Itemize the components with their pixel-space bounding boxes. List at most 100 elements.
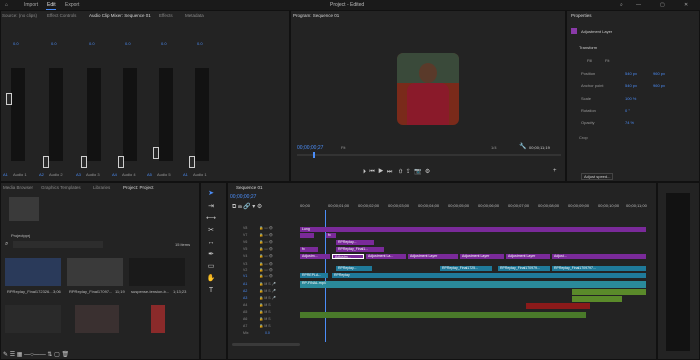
track-header-a1[interactable]: A1 🔒 M S 🎤 <box>229 282 298 289</box>
clip-thumbnail[interactable] <box>5 258 61 286</box>
rotation-value[interactable]: 0 ° <box>625 108 630 113</box>
rectangle-icon[interactable]: ▭ <box>206 262 216 272</box>
track-header-a6[interactable]: A6 🔒 M S <box>229 317 298 324</box>
clip-lung[interactable]: Lung <box>300 227 646 232</box>
anchor-y[interactable]: 960 px <box>653 83 665 88</box>
export-frame-icon[interactable]: 📷 <box>414 169 421 175</box>
crop-section[interactable]: Crop <box>579 135 588 140</box>
clip-fx[interactable]: fx <box>326 233 336 238</box>
clip-adjustment[interactable]: Adjustment La... <box>366 254 406 259</box>
menu-import[interactable]: Import <box>24 2 38 8</box>
list-view-icon[interactable]: ☰ <box>10 352 15 358</box>
tab-effect-controls[interactable]: Effect Controls <box>47 13 76 18</box>
playhead[interactable] <box>313 152 315 158</box>
zoom-slider[interactable]: —○—— <box>24 352 46 358</box>
slip-icon[interactable]: ↔ <box>206 238 216 248</box>
fit-option[interactable]: Fit <box>605 58 609 63</box>
program-timecode[interactable]: 00;00;00;27 <box>297 145 323 151</box>
clip-fx[interactable] <box>300 233 314 238</box>
clip-v2[interactable]: RPReplay_Final1709797... <box>552 266 646 271</box>
step-back-icon[interactable]: ⏮ <box>369 169 374 175</box>
selection-tool-icon[interactable]: ➤ <box>206 189 216 199</box>
settings-icon[interactable]: ⚙ <box>257 204 262 210</box>
maximize-icon[interactable]: ▢ <box>660 2 665 8</box>
tab-libraries[interactable]: Libraries <box>93 185 110 190</box>
channel-pan-value[interactable]: 0.0 <box>13 41 19 46</box>
timeline-scrollbar[interactable] <box>232 343 300 346</box>
new-item-icon[interactable]: ▢ <box>54 352 60 358</box>
step-forward-icon[interactable]: ⏭ <box>387 169 392 175</box>
nest-icon[interactable]: ⧉ <box>232 204 236 210</box>
tab-audio-clip-mixer[interactable]: Audio Clip Mixer: Sequence 01 <box>89 13 151 18</box>
play-icon[interactable]: ▶ <box>378 169 383 175</box>
project-folder[interactable]: Projectpprj <box>11 233 30 238</box>
sequence-timecode[interactable]: 00;00;00;27 <box>230 194 256 200</box>
marker-icon[interactable]: ▾ <box>252 204 255 210</box>
clip-thumbnail[interactable] <box>75 305 119 333</box>
anchor-x[interactable]: 540 px <box>625 83 637 88</box>
clip-thumbnail[interactable] <box>5 305 61 333</box>
time-ruler[interactable]: 00;00 00;00;01;00 00;00;02;00 00;00;03;0… <box>300 203 650 211</box>
clip-a2[interactable] <box>572 289 646 295</box>
search-icon[interactable]: ⌕ <box>5 241 8 248</box>
tab-project[interactable]: Project: Project <box>123 185 154 190</box>
clip-v2[interactable]: RPReplay... <box>336 266 372 271</box>
opacity-value[interactable]: 74 % <box>625 120 634 125</box>
clip-rpreplay[interactable]: RPReplay... <box>336 240 374 245</box>
track-header-v8[interactable]: V8 🔒 ▭ 👁 <box>229 226 298 233</box>
clip-adjustment[interactable]: Adjustment Layer <box>408 254 458 259</box>
track-header-v1[interactable]: V1 🔒 ▭ 👁 <box>229 274 298 281</box>
type-icon[interactable]: T <box>206 286 216 296</box>
volume-fader[interactable] <box>6 93 12 105</box>
razor-icon[interactable]: ✂ <box>206 226 216 236</box>
pencil-icon[interactable]: ✎ <box>3 352 8 358</box>
clip-adjustment[interactable]: Adjustment Layer <box>460 254 504 259</box>
clip-fx[interactable]: fx <box>300 247 318 252</box>
fit-select[interactable]: Fit <box>341 145 345 150</box>
clip-adjustment[interactable]: Adjustm... <box>300 254 330 259</box>
tab-effects[interactable]: Effects <box>159 13 173 18</box>
clip-v2[interactable]: RPReplay_Final170979... <box>498 266 550 271</box>
scrub-bar[interactable] <box>297 154 561 156</box>
tab-media-browser[interactable]: Media Browser <box>3 185 33 190</box>
clip-rpreplay[interactable]: RPReplay_Final1... <box>336 247 384 252</box>
track-header-mix[interactable]: Mix 0.0 <box>229 331 298 338</box>
track-header-v6[interactable]: V6 🔒 ▭ 👁 <box>229 240 298 247</box>
tab-source[interactable]: Source: (no clips) <box>2 13 37 18</box>
clip-a5[interactable] <box>300 312 586 318</box>
clip-v1[interactable]: RPReplay <box>332 273 646 278</box>
clip-a1[interactable]: RP-FINAL.mp4 <box>300 281 646 288</box>
position-x[interactable]: 540 px <box>625 71 637 76</box>
trash-icon[interactable]: 🗑 <box>61 352 69 358</box>
tab-metadata[interactable]: Metadata <box>185 13 204 18</box>
add-button-icon[interactable]: + <box>553 168 557 174</box>
pen-icon[interactable]: ✒ <box>206 250 216 260</box>
fill-option[interactable]: Fill <box>587 58 592 63</box>
icon-view-icon[interactable]: ▦ <box>17 352 23 358</box>
track-header-v7[interactable]: V7 🔒 ▭ 👁 <box>229 233 298 240</box>
track-header-a7[interactable]: A7 🔒 M S <box>229 324 298 331</box>
lift-icon[interactable]: ⇧ <box>399 169 402 175</box>
search-icon[interactable]: ⌕ <box>620 2 623 8</box>
track-header-a3[interactable]: A3 🔒 M S 🎤 <box>229 296 298 303</box>
clip-thumbnail[interactable] <box>151 305 165 333</box>
ripple-edit-icon[interactable]: ⟷ <box>206 214 216 224</box>
volume-fader[interactable] <box>118 156 124 168</box>
linked-icon[interactable]: 🔗 <box>243 204 250 210</box>
quality-select[interactable]: 1/4 <box>491 145 497 150</box>
transform-section[interactable]: Transform <box>579 45 597 50</box>
home-icon[interactable]: ⌂ <box>5 2 8 8</box>
track-header-v4[interactable]: V4 🔒 ▭ 👁 <box>229 254 298 261</box>
track-header-a5[interactable]: A5 🔒 M S <box>229 310 298 317</box>
adjust-speed-button[interactable]: Adjust speed... <box>581 173 614 180</box>
mark-in-icon[interactable]: ⏵ <box>363 169 366 175</box>
track-header-a2[interactable]: A2 🔒 M S 🎤 <box>229 289 298 296</box>
extract-icon[interactable]: ⇪ <box>406 169 411 175</box>
minimize-icon[interactable]: — <box>636 2 641 8</box>
tab-graphics-templates[interactable]: Graphics Templates <box>41 185 81 190</box>
volume-fader[interactable] <box>153 147 159 159</box>
clip-a4[interactable] <box>526 303 590 309</box>
close-icon[interactable]: ✕ <box>684 2 688 8</box>
position-y[interactable]: 960 px <box>653 71 665 76</box>
menu-edit[interactable]: Edit <box>47 2 56 8</box>
